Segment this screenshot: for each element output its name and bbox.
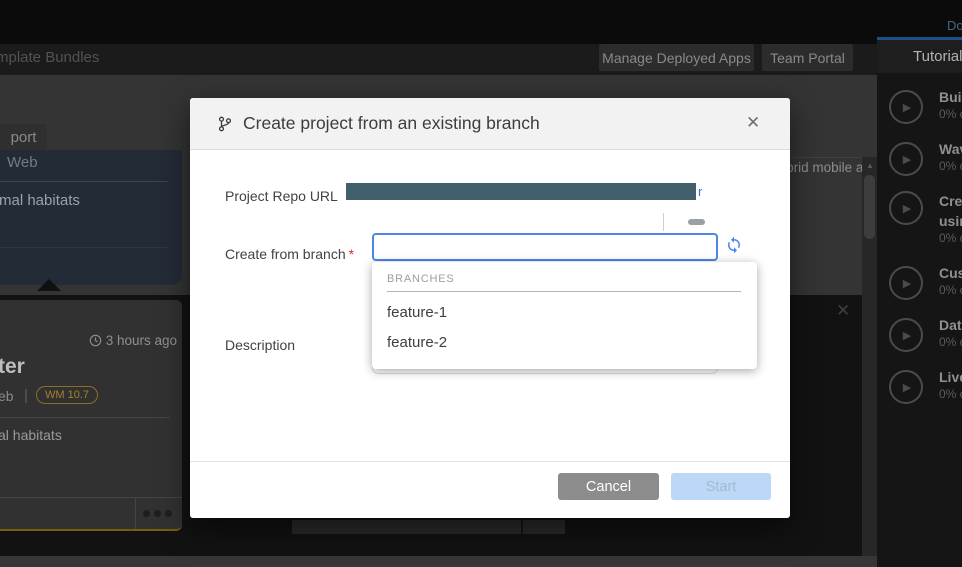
card-footer-divider bbox=[0, 497, 182, 498]
secondary-bar: mplate Bundles Manage Deployed Apps Team… bbox=[0, 44, 877, 75]
background-close-icon[interactable]: ✕ bbox=[836, 301, 850, 321]
project-description: al habitats bbox=[0, 427, 62, 443]
repo-url-trailing-char: r bbox=[698, 184, 702, 199]
background-dialog-bar bbox=[292, 520, 565, 534]
create-project-dialog: Create project from an existing branch ✕… bbox=[190, 98, 790, 518]
tutorials-title: Tutorial bbox=[913, 48, 962, 65]
tutorial-item-title[interactable]: Live bbox=[939, 369, 962, 385]
screen: Do mplate Bundles Manage Deployed Apps T… bbox=[0, 0, 962, 567]
tutorial-item-title[interactable]: Crea bbox=[939, 193, 962, 209]
divider-line-artifact bbox=[663, 213, 664, 231]
tutorial-item-title-line2[interactable]: using bbox=[939, 213, 962, 229]
play-icon[interactable]: ▶ bbox=[889, 318, 923, 352]
play-icon[interactable]: ▶ bbox=[889, 191, 923, 225]
tutorial-item-progress: 0% co bbox=[939, 231, 962, 245]
tutorial-item-title[interactable]: Wave bbox=[939, 141, 962, 157]
description-label: Description bbox=[225, 337, 295, 353]
card-divider bbox=[0, 417, 170, 418]
card-footer-vertical-divider bbox=[135, 497, 136, 529]
branches-dropdown: BRANCHES feature-1 feature-2 bbox=[372, 262, 757, 369]
tutorial-item-title[interactable]: Data bbox=[939, 317, 962, 333]
branches-group-header: BRANCHES bbox=[387, 273, 455, 285]
scrollbar-up-arrow-icon[interactable]: ▲ bbox=[866, 161, 874, 170]
branch-input[interactable] bbox=[372, 233, 718, 261]
start-button[interactable]: Start bbox=[671, 473, 771, 500]
repo-url-selected-text[interactable] bbox=[346, 183, 696, 200]
docs-link[interactable]: Do bbox=[947, 18, 962, 33]
tutorial-item-title[interactable]: Build bbox=[939, 89, 962, 105]
popover-divider bbox=[0, 181, 168, 182]
play-icon[interactable]: ▶ bbox=[889, 370, 923, 404]
platform-separator: | bbox=[24, 387, 28, 404]
tutorial-item-progress: 0% co bbox=[939, 387, 962, 401]
popover-item-habitats[interactable]: mal habitats bbox=[0, 192, 80, 209]
port-tab[interactable]: port bbox=[0, 124, 47, 150]
project-timestamp: 3 hours ago bbox=[89, 333, 177, 348]
template-bundles-link[interactable]: mplate Bundles bbox=[0, 49, 99, 66]
team-portal-button[interactable]: Team Portal bbox=[762, 44, 853, 71]
popover-item-web[interactable]: Web bbox=[7, 154, 38, 171]
close-icon[interactable]: ✕ bbox=[746, 113, 760, 133]
dash-artifact bbox=[688, 219, 705, 225]
scrollbar[interactable]: ▲ bbox=[862, 157, 877, 556]
project-title: ter bbox=[0, 355, 25, 379]
manage-deployed-apps-button[interactable]: Manage Deployed Apps bbox=[599, 44, 754, 71]
project-timestamp-label: 3 hours ago bbox=[106, 333, 177, 348]
scrollbar-thumb[interactable] bbox=[864, 175, 875, 239]
dialog-header: Create project from an existing branch bbox=[190, 98, 790, 150]
repo-url-label: Project Repo URL bbox=[225, 188, 338, 204]
popover-divider-2 bbox=[0, 247, 168, 248]
tutorial-item-title[interactable]: Cust bbox=[939, 265, 962, 281]
branch-option-feature-2[interactable]: feature-2 bbox=[387, 334, 447, 351]
dialog-title: Create project from an existing branch bbox=[243, 113, 540, 134]
play-icon[interactable]: ▶ bbox=[889, 142, 923, 176]
background-dialog-bar-divider bbox=[521, 520, 523, 534]
tutorials-header: Tutorial bbox=[877, 40, 962, 73]
branch-label: Create from branch* bbox=[225, 246, 354, 262]
project-platform: eb bbox=[0, 388, 14, 404]
background-popover: Web mal habitats bbox=[0, 150, 182, 285]
popover-caret bbox=[37, 279, 61, 291]
refresh-icon[interactable] bbox=[725, 236, 743, 254]
clock-icon bbox=[89, 334, 102, 347]
version-badge: WM 10.7 bbox=[36, 386, 98, 404]
play-icon[interactable]: ▶ bbox=[889, 90, 923, 124]
tutorial-item-progress: 0% co bbox=[939, 159, 962, 173]
required-asterisk: * bbox=[349, 246, 354, 262]
tutorial-item-progress: 0% co bbox=[939, 283, 962, 297]
branch-option-feature-1[interactable]: feature-1 bbox=[387, 304, 447, 321]
branches-header-underline bbox=[387, 291, 741, 292]
tutorial-item-progress: 0% co bbox=[939, 335, 962, 349]
more-options-icon[interactable] bbox=[143, 510, 172, 517]
tutorial-item-progress: 0% co bbox=[939, 107, 962, 121]
git-branch-icon bbox=[217, 115, 233, 133]
dialog-footer-divider bbox=[190, 461, 790, 462]
top-bar: Do bbox=[0, 0, 962, 44]
cancel-button[interactable]: Cancel bbox=[558, 473, 659, 500]
play-icon[interactable]: ▶ bbox=[889, 266, 923, 300]
bottom-status-strip bbox=[0, 556, 877, 567]
tutorials-sidebar: Tutorial ▶ Build 0% co ▶ Wave 0% co ▶ Cr… bbox=[877, 37, 962, 567]
project-card: 3 hours ago ter eb | WM 10.7 al habitats bbox=[0, 300, 182, 531]
